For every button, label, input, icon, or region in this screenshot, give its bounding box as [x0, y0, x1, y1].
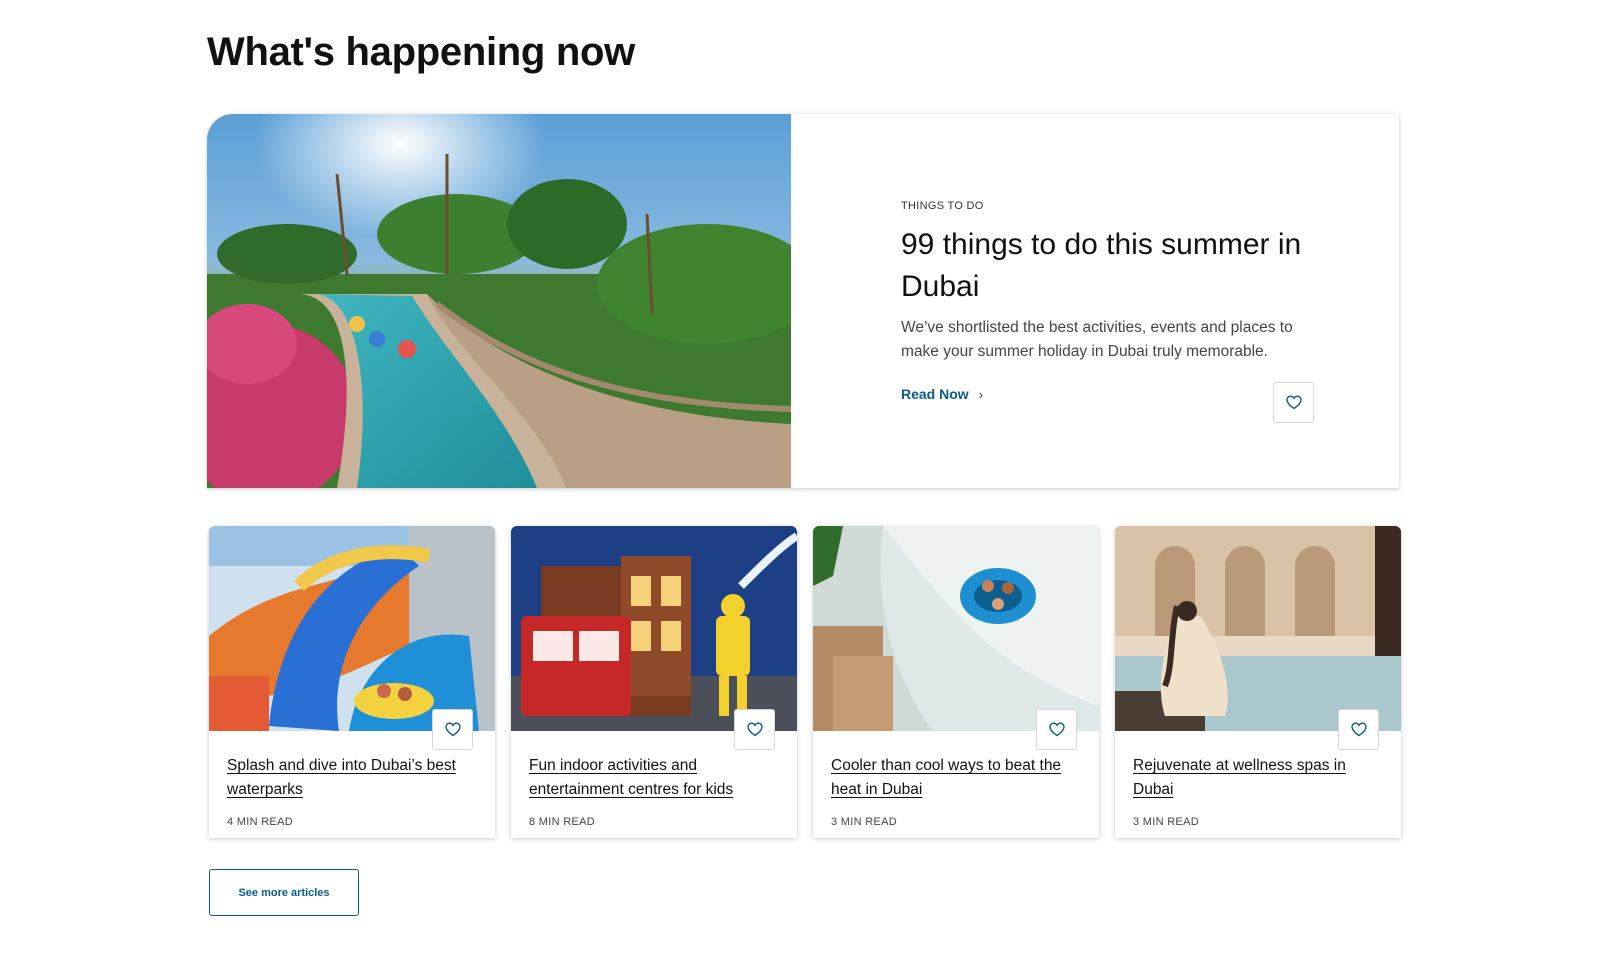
- category-label: THINGS TO DO: [901, 200, 984, 212]
- section-title: What's happening now: [207, 30, 635, 74]
- article-card[interactable]: Cooler than cool ways to beat the heat i…: [813, 526, 1099, 838]
- favorite-button[interactable]: [734, 709, 775, 750]
- heart-icon: [1285, 395, 1302, 410]
- article-title-link[interactable]: Rejuvenate at wellness spas in Dubai: [1133, 754, 1383, 802]
- article-card[interactable]: Rejuvenate at wellness spas in Dubai 3 M…: [1115, 526, 1401, 838]
- read-now-label: Read Now: [901, 386, 969, 402]
- article-image[interactable]: [209, 526, 495, 731]
- read-time: 4 MIN READ: [227, 816, 293, 828]
- featured-article-card[interactable]: THINGS TO DO 99 things to do this summer…: [207, 114, 1399, 488]
- article-image[interactable]: [813, 526, 1099, 731]
- heart-icon: [1048, 722, 1065, 737]
- featured-description: We’ve shortlisted the best activities, e…: [901, 319, 1293, 360]
- read-now-link[interactable]: Read Now ›: [901, 386, 983, 402]
- favorite-button[interactable]: [1273, 382, 1314, 423]
- article-title-link[interactable]: Splash and dive into Dubai’s best waterp…: [227, 754, 477, 802]
- article-image[interactable]: [511, 526, 797, 731]
- favorite-button[interactable]: [1036, 709, 1077, 750]
- featured-title[interactable]: 99 things to do this summer in Dubai: [901, 224, 1321, 308]
- featured-content: THINGS TO DO 99 things to do this summer…: [901, 200, 1321, 364]
- article-title-link[interactable]: Fun indoor activities and entertainment …: [529, 754, 779, 802]
- heart-icon: [746, 722, 763, 737]
- see-more-articles-button[interactable]: See more articles: [209, 869, 359, 916]
- favorite-button[interactable]: [1338, 709, 1379, 750]
- read-time: 3 MIN READ: [1133, 816, 1199, 828]
- read-time: 3 MIN READ: [831, 816, 897, 828]
- chevron-right-icon: ›: [978, 387, 984, 402]
- article-title-link[interactable]: Cooler than cool ways to beat the heat i…: [831, 754, 1081, 802]
- heart-icon: [1350, 722, 1367, 737]
- favorite-button[interactable]: [432, 709, 473, 750]
- article-card[interactable]: Fun indoor activities and entertainment …: [511, 526, 797, 838]
- heart-icon: [444, 722, 461, 737]
- read-time: 8 MIN READ: [529, 816, 595, 828]
- featured-image[interactable]: [207, 114, 791, 488]
- article-card[interactable]: Splash and dive into Dubai’s best waterp…: [209, 526, 495, 838]
- article-image[interactable]: [1115, 526, 1401, 731]
